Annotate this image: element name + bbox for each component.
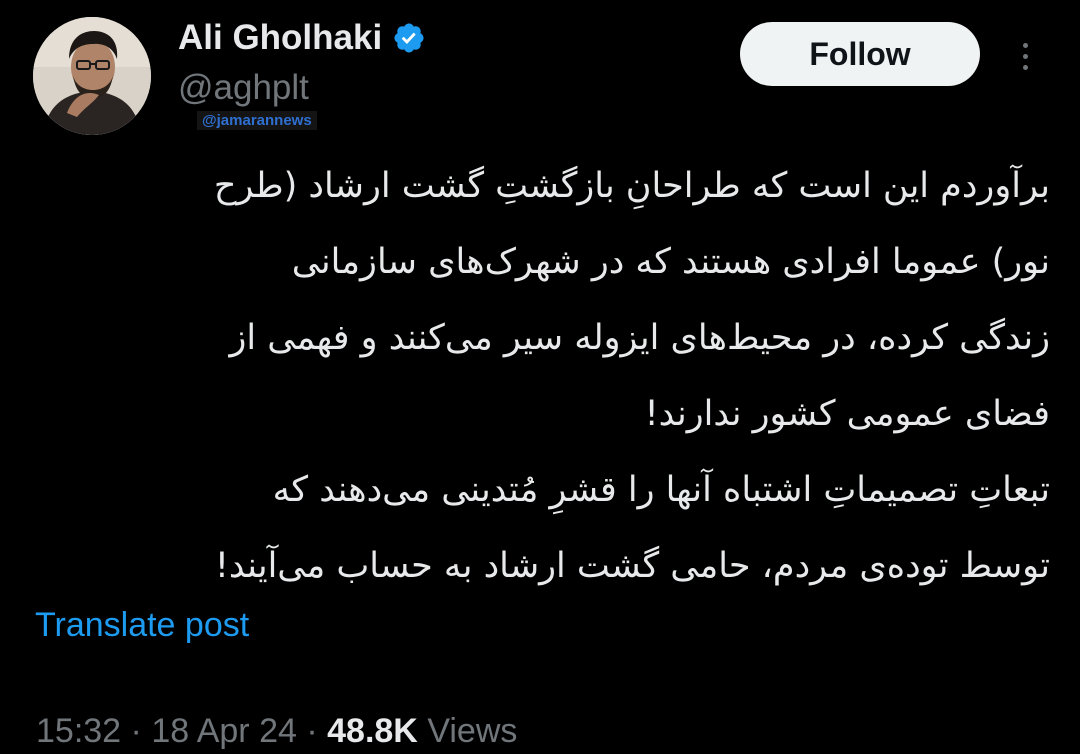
views-label: Views — [427, 712, 518, 750]
follow-button[interactable]: Follow — [740, 22, 980, 86]
translate-post-link[interactable]: Translate post — [35, 603, 249, 647]
tweet-line: تبعاتِ تصمیماتِ اشتباه آنها را قشرِ مُتد… — [272, 470, 1050, 510]
avatar-photo — [33, 17, 151, 135]
tweet-line: نور) عموما افرادی هستند که در شهرک‌های س… — [291, 242, 1050, 282]
author-handle[interactable]: @aghplt — [178, 66, 309, 110]
tweet-line: توسط توده‌ی مردم، حامی گشت ارشاد به حساب… — [214, 546, 1050, 586]
views-count: 48.8K — [327, 712, 418, 750]
more-dot — [1022, 64, 1028, 70]
more-dot — [1022, 42, 1028, 48]
tweet-line: زندگی کرده، در محیط‌های ایزوله سیر می‌کن… — [229, 318, 1050, 358]
more-options-icon[interactable] — [1010, 36, 1040, 76]
tweet-line: برآوردم این است که طراحانِ بازگشتِ گشت ا… — [213, 166, 1050, 206]
tweet-text: برآوردم این است که طراحانِ بازگشتِ گشت ا… — [40, 148, 1050, 604]
meta-separator: · — [130, 712, 142, 750]
tweet-date[interactable]: 18 Apr 24 — [151, 712, 297, 750]
more-dot — [1022, 53, 1028, 59]
tweet-time[interactable]: 15:32 — [36, 712, 121, 750]
watermark-label: @jamarannews — [197, 111, 317, 130]
author-name-row[interactable]: Ali Gholhaki — [178, 14, 426, 62]
avatar[interactable] — [33, 17, 151, 135]
author-display-name[interactable]: Ali Gholhaki — [178, 14, 382, 62]
tweet-line: فضای عمومی کشور ندارند! — [644, 394, 1050, 434]
tweet-meta: 15:32 · 18 Apr 24 · 48.8K Views — [36, 708, 517, 754]
verified-badge-icon — [394, 23, 424, 53]
meta-separator: · — [306, 712, 318, 750]
